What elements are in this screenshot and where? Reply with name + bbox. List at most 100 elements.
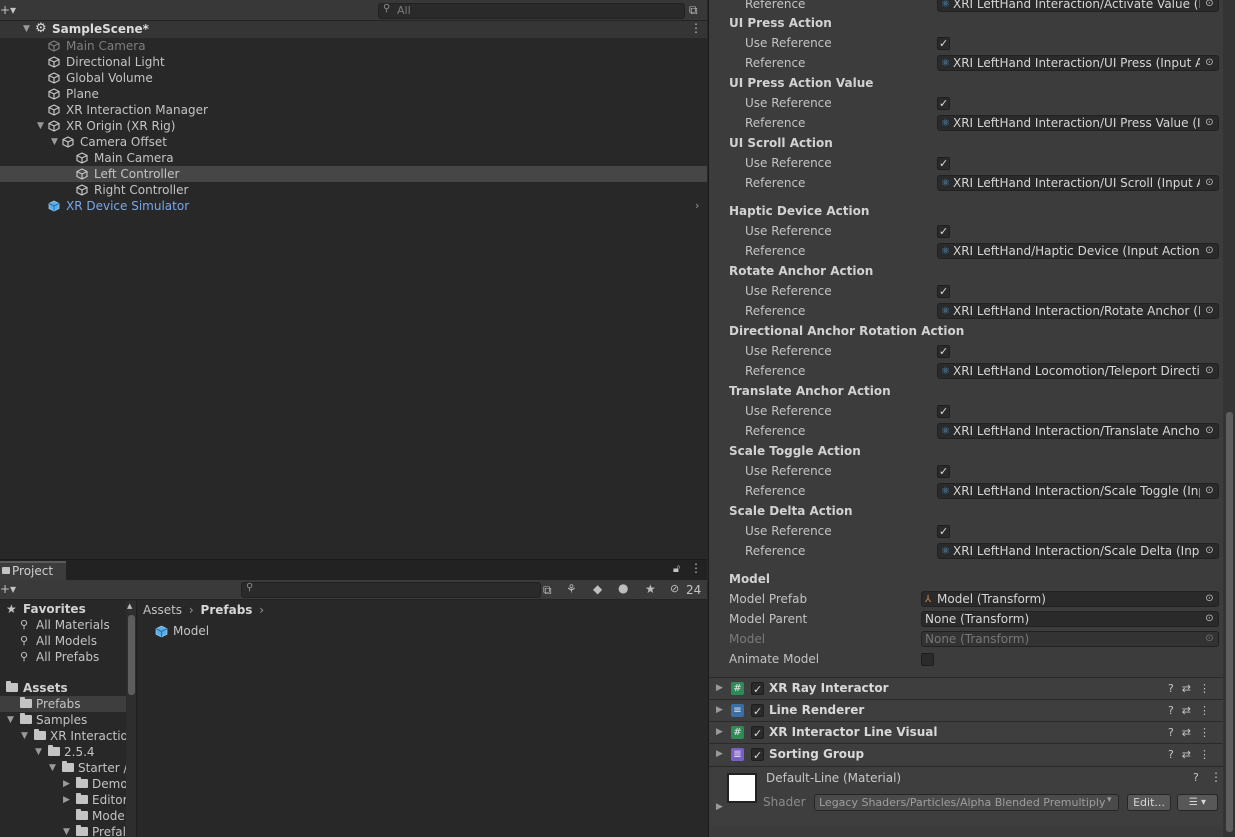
help-icon[interactable]: ? (1168, 726, 1182, 739)
tab-project[interactable]: Project (0, 561, 66, 580)
expand-arrow-icon[interactable]: ▼ (35, 744, 42, 760)
foldout-arrow-icon[interactable]: ▶ (716, 722, 723, 743)
use-reference-checkbox[interactable] (937, 222, 950, 242)
use-reference-checkbox[interactable] (937, 462, 950, 482)
favorites-header[interactable]: ★ Favorites (0, 601, 126, 617)
hierarchy-item[interactable]: Directional Light (0, 54, 707, 70)
hierarchy-search-input[interactable]: ⚲ All (378, 3, 685, 19)
folder-item[interactable]: ▼ Samples (0, 712, 126, 728)
reference-object-field[interactable]: ⚛ XRI LeftHand Interaction/UI Press Value… (937, 115, 1219, 131)
scrollbar-thumb[interactable] (128, 615, 135, 695)
use-reference-checkbox[interactable] (937, 94, 950, 114)
component-menu-icon[interactable]: ⋮ (1199, 748, 1218, 761)
chevron-right-icon[interactable]: › (695, 198, 699, 214)
shader-options-button[interactable]: ☰ ▾ (1177, 794, 1218, 811)
folder-item[interactable]: ▼ XR Interaction (0, 728, 135, 744)
material-menu-icon[interactable]: ⋮ (1210, 770, 1222, 784)
collapse-arrow-icon[interactable]: ▶ (63, 792, 70, 808)
foldout-arrow-icon[interactable]: ▶ (716, 678, 723, 699)
hierarchy-item[interactable]: Right Controller (0, 182, 707, 198)
reference-object-field[interactable]: ⚛ XRI LeftHand Interaction/Translate Anch… (937, 423, 1219, 439)
foldout-arrow-icon[interactable]: ▶ (716, 744, 723, 765)
object-picker-icon[interactable]: ⊙ (1201, 56, 1218, 70)
folder-item[interactable]: ▼ Starter / (0, 760, 128, 776)
hierarchy-item-selected[interactable]: Left Controller (0, 166, 707, 182)
folder-item[interactable]: ▶ Editor (0, 792, 128, 808)
reference-object-field[interactable]: ⚛ XRI LeftHand Interaction/Scale Delta (I… (937, 543, 1219, 559)
expand-arrow-icon[interactable]: ▼ (37, 118, 44, 134)
component-sorting-group[interactable]: ▶ ≣ Sorting Group ?⇄⋮ (709, 743, 1224, 766)
component-enabled-checkbox[interactable] (751, 679, 764, 700)
component-menu-icon[interactable]: ⋮ (1199, 726, 1218, 739)
expand-arrow-icon[interactable]: ▼ (63, 824, 70, 837)
foldout-arrow-icon[interactable]: ▶ (716, 700, 723, 721)
lock-icon[interactable]: 🔓︎ (673, 562, 680, 576)
expand-arrow-icon[interactable]: ▼ (49, 760, 56, 776)
reference-object-field[interactable]: ⚛ XRI LeftHand/Haptic Device (Input Actio… (937, 243, 1219, 259)
help-icon[interactable]: ? (1168, 682, 1182, 695)
assets-folder[interactable]: Assets (0, 680, 126, 696)
favorite-item[interactable]: ⚲ All Materials (0, 617, 126, 633)
breadcrumb-prefabs[interactable]: Prefabs (201, 603, 253, 617)
hierarchy-item[interactable]: ▼ XR Origin (XR Rig) (0, 118, 707, 134)
hidden-packages-icon[interactable]: ⊘ (670, 582, 679, 595)
hierarchy-item[interactable]: Plane (0, 86, 707, 102)
object-picker-icon[interactable]: ⊙ (1201, 244, 1218, 258)
scroll-up-arrow-icon[interactable]: ▲ (127, 602, 132, 610)
scene-search-toggle-icon[interactable]: ⧉ (689, 3, 698, 18)
folder-item[interactable]: ▶ Demo (0, 776, 128, 792)
component-xr-interactor-line-visual[interactable]: ▶ # XR Interactor Line Visual ?⇄⋮ (709, 721, 1224, 744)
reference-object-field[interactable]: ⚛ XRI LeftHand Interaction/Scale Toggle (… (937, 483, 1219, 499)
folder-item-selected[interactable]: Prefabs (0, 696, 126, 712)
model-parent-field[interactable]: None (Transform) ⊙ (921, 611, 1219, 627)
component-enabled-checkbox[interactable] (751, 701, 764, 722)
reference-object-field[interactable]: ⚛ XRI LeftHand Locomotion/Teleport Direct… (937, 363, 1219, 379)
use-reference-checkbox[interactable] (937, 282, 950, 302)
panel-menu-icon[interactable]: ⋮ (690, 561, 702, 575)
favorite-item[interactable]: ⚲ All Prefabs (0, 649, 126, 665)
presets-icon[interactable]: ⇄ (1182, 682, 1199, 695)
hierarchy-item[interactable]: XR Device Simulator › (0, 198, 707, 214)
component-enabled-checkbox[interactable] (751, 745, 764, 766)
hierarchy-item[interactable]: ▼ Camera Offset (0, 134, 707, 150)
object-picker-icon[interactable]: ⊙ (1201, 544, 1218, 558)
hierarchy-item[interactable]: XR Interaction Manager (0, 102, 707, 118)
edit-shader-button[interactable]: Edit... (1127, 794, 1171, 811)
help-icon[interactable]: ? (1193, 771, 1199, 784)
object-picker-icon[interactable]: ⊙ (1201, 484, 1218, 498)
create-dropdown-button[interactable]: +▾ (0, 3, 16, 17)
folder-item[interactable]: Mode (0, 808, 126, 824)
component-menu-icon[interactable]: ⋮ (1199, 682, 1218, 695)
component-enabled-checkbox[interactable] (751, 723, 764, 744)
use-reference-checkbox[interactable] (937, 154, 950, 174)
search-window-icon[interactable]: ⧉ (543, 583, 552, 598)
reference-object-field[interactable]: ⚛ XRI LeftHand Interaction/UI Scroll (Inp… (937, 175, 1219, 191)
expand-arrow-icon[interactable]: ▼ (23, 24, 30, 34)
project-search-input[interactable]: ⚲ (241, 582, 541, 598)
reference-object-field[interactable]: ⚛ XRI LeftHand Interaction/Rotate Anchor … (937, 303, 1219, 319)
model-prefab-field[interactable]: ⅄ Model (Transform) ⊙ (921, 591, 1219, 607)
presets-icon[interactable]: ⇄ (1182, 704, 1199, 717)
use-reference-checkbox[interactable] (937, 402, 950, 422)
object-picker-icon[interactable]: ⊙ (1201, 116, 1218, 130)
reference-object-field[interactable]: ⚛ XRI LeftHand Interaction/Activate Valu… (937, 0, 1219, 12)
object-picker-icon[interactable]: ⊙ (1201, 612, 1218, 626)
expand-arrow-icon[interactable]: ▼ (51, 134, 58, 150)
create-dropdown-button[interactable]: +▾ (0, 582, 16, 596)
help-icon[interactable]: ? (1168, 704, 1182, 717)
favorite-item[interactable]: ⚲ All Models (0, 633, 126, 649)
inspector-scrollbar[interactable] (1223, 0, 1235, 837)
scene-menu-icon[interactable]: ⋮ (690, 21, 702, 35)
filter-by-type-icon[interactable]: ⚘ (566, 582, 577, 596)
hierarchy-item[interactable]: Main Camera (0, 38, 707, 54)
foldout-arrow-icon[interactable]: ▶ (716, 802, 723, 812)
object-picker-icon[interactable]: ⊙ (1201, 424, 1218, 438)
presets-icon[interactable]: ⇄ (1182, 748, 1199, 761)
expand-arrow-icon[interactable]: ▼ (7, 712, 14, 728)
component-menu-icon[interactable]: ⋮ (1199, 704, 1218, 717)
scene-row[interactable]: ▼ ⚙ SampleScene* ⋮ (0, 21, 707, 38)
hierarchy-item[interactable]: Global Volume (0, 70, 707, 86)
breadcrumb-assets[interactable]: Assets (143, 603, 182, 617)
scrollbar-thumb[interactable] (1226, 412, 1233, 832)
favorite-star-icon[interactable]: ★ (645, 582, 656, 596)
